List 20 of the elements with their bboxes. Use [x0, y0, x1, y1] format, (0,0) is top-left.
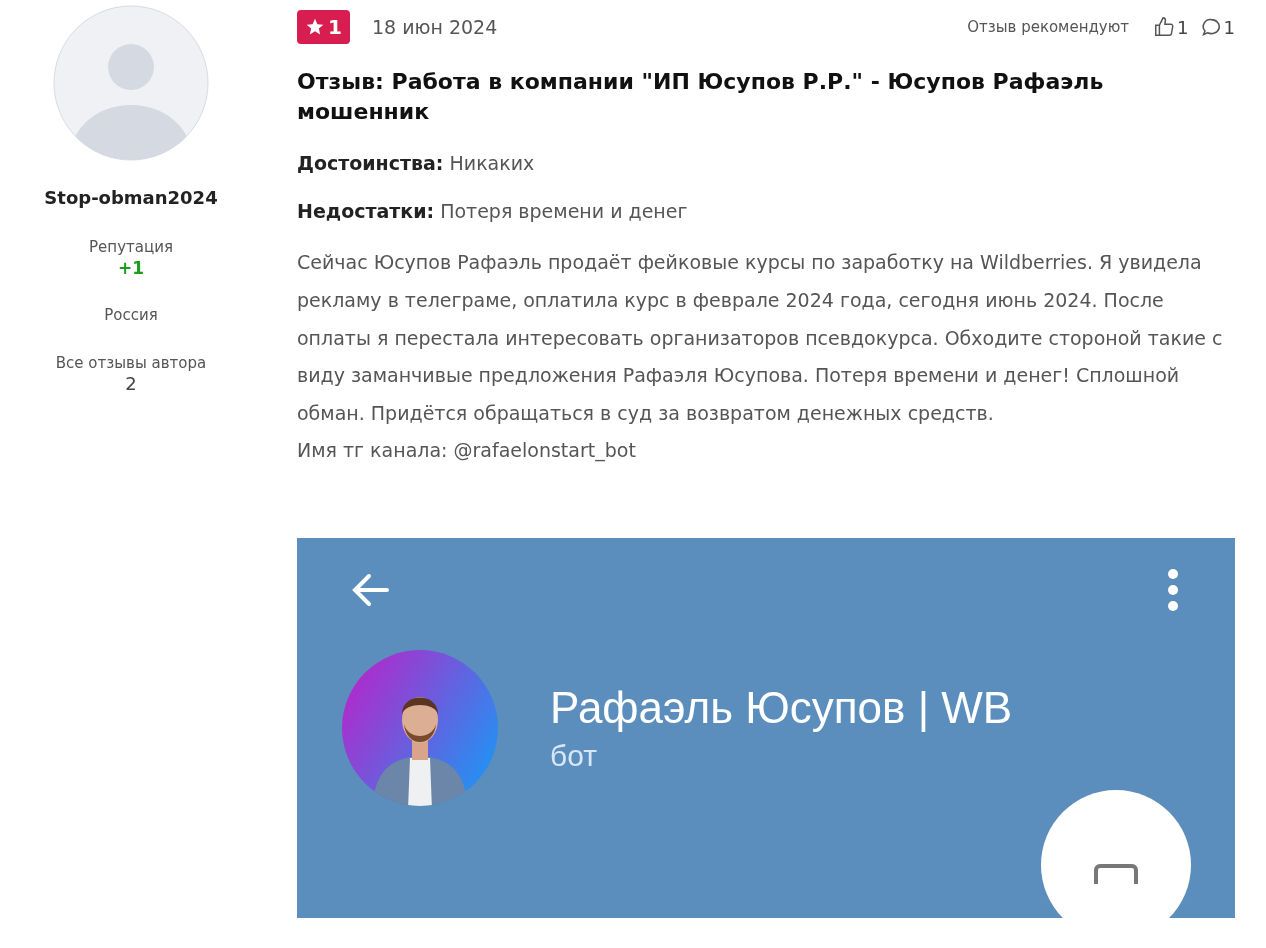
reviews-count: 2 — [125, 373, 137, 394]
avatar-icon — [53, 5, 209, 161]
review-text: Сейчас Юсупов Рафаэль продаёт фейковые курсы по заработку на Wildberries. Я увидела рекламу в телеграме, оплатила курс в феврале 2024 года, сегодня июнь 2024. После оплаты я перестала интересовать организаторов псевдокурса. Обходите стороной такие с виду заманчивые предложения Рафаэля Юсупова. Потеря времени и денег! Сплошной обман. Придётся обращаться в суд за возвратом денежных средств. — [297, 250, 1224, 426]
comments-button[interactable]: 1 — [1200, 16, 1235, 38]
rating-badge: 1 — [297, 10, 350, 44]
review-field: Недостатки: Потеря времени и денег — [297, 200, 1235, 223]
review-text: Имя тг канала: @rafaelonstart_bot — [297, 438, 637, 464]
review-title: Отзыв: Работа в компании "ИП Юсупов Р.Р." - Юсупов Рафаэль мошенник — [297, 68, 1105, 126]
review-date: 18 июн 2024 — [371, 16, 498, 38]
author-country: Россия — [104, 306, 158, 324]
contact-status: бот — [550, 738, 598, 773]
reputation-label: Репутация — [89, 238, 173, 256]
review-field: Достоинства: Никаких — [297, 152, 1235, 175]
recommend-label: Отзыв рекомендуют — [967, 18, 1130, 36]
like-button[interactable]: 1 — [1153, 16, 1189, 38]
author-name[interactable]: Stop-obman2024 — [44, 187, 218, 208]
message-icon — [1094, 863, 1138, 884]
contact-name: Рафаэль Юсупов | WB — [550, 682, 1013, 733]
all-reviews-link[interactable]: Все отзывы автора — [55, 354, 207, 372]
reputation-value: +1 — [117, 258, 145, 278]
